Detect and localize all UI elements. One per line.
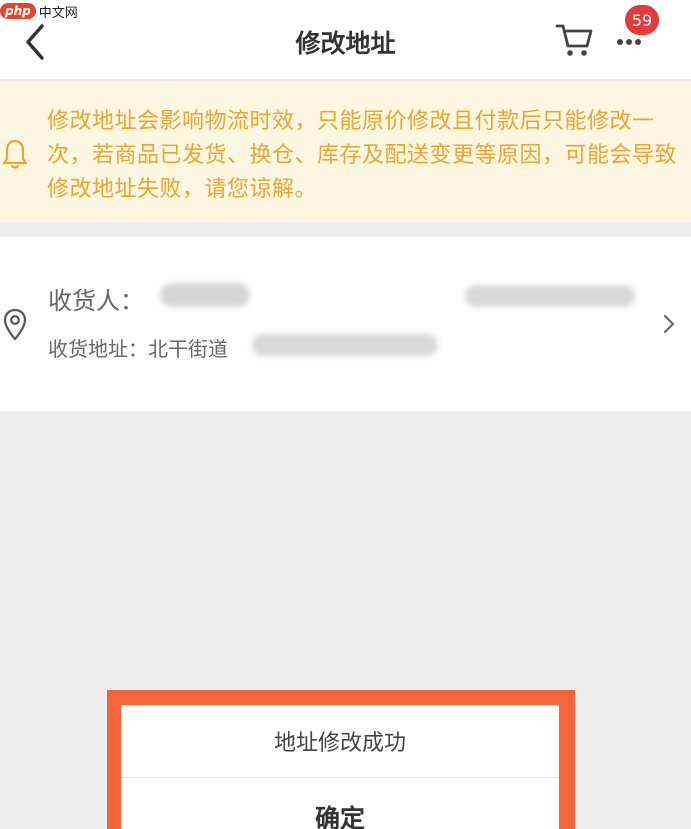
recipient-phone-blurred <box>465 285 635 307</box>
cart-icon <box>555 24 593 56</box>
notification-badge: 59 <box>625 5 659 35</box>
confirm-button[interactable]: 确定 <box>121 779 559 829</box>
bell-icon <box>2 139 28 169</box>
top-bar: 修改地址 59 <box>0 0 691 80</box>
address-card[interactable]: 收货人： 收货地址：北干街道 <box>0 237 691 411</box>
notice-text: 修改地址会影响物流时效，只能原价修改且付款后只能修改一次，若商品已发货、换仓、库… <box>47 109 678 202</box>
watermark-logo: php <box>0 3 36 19</box>
cart-button[interactable] <box>553 18 595 60</box>
notice-banner: 修改地址会影响物流时效，只能原价修改且付款后只能修改一次，若商品已发货、换仓、库… <box>0 81 691 222</box>
success-dialog: 地址修改成功 确定 <box>121 705 559 829</box>
address-label: 收货地址：北干街道 <box>48 337 228 361</box>
recipient-name-blurred <box>160 283 250 307</box>
dialog-message: 地址修改成功 <box>121 705 559 778</box>
address-detail-blurred <box>252 334 438 356</box>
php-watermark: php 中文网 <box>0 0 90 22</box>
watermark-text: 中文网 <box>38 5 78 21</box>
chevron-right-icon <box>663 314 675 334</box>
location-pin-icon <box>3 308 27 341</box>
recipient-label: 收货人： <box>48 287 144 315</box>
